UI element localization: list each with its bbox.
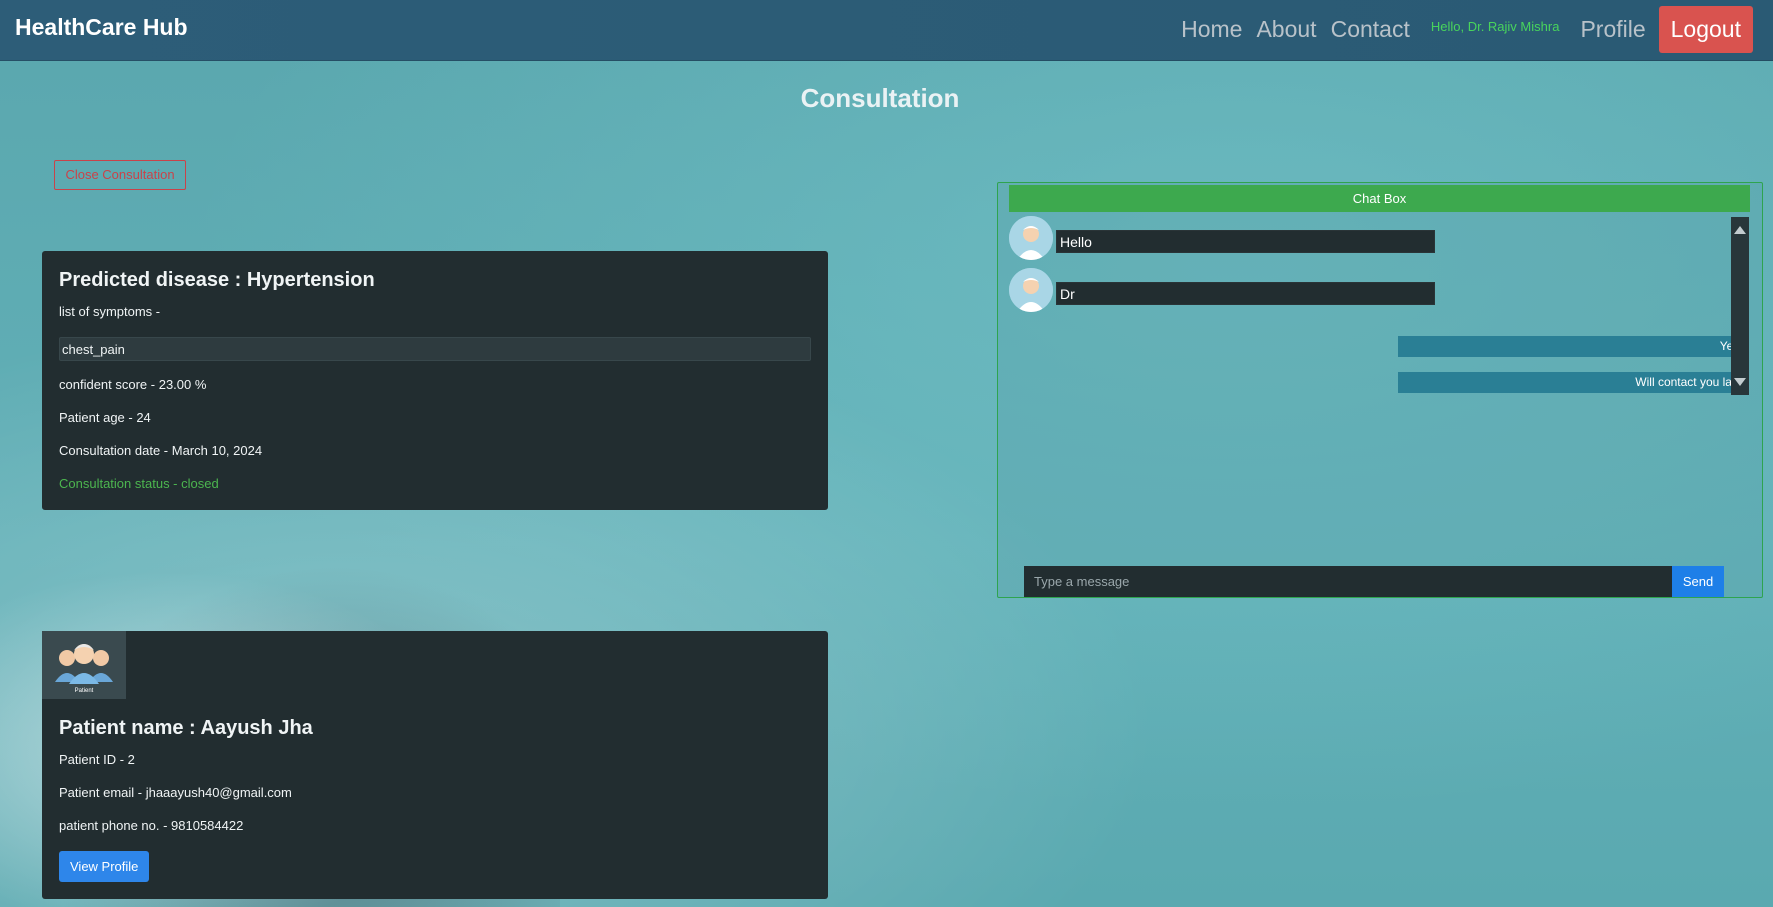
symptoms-label: list of symptoms - xyxy=(59,304,161,319)
consultation-status: Consultation status - closed xyxy=(59,476,219,491)
nav-contact-link[interactable]: Contact xyxy=(1324,16,1417,43)
close-consultation-button[interactable]: Close Consultation xyxy=(54,160,186,190)
chat-message-sent: Will contact you later xyxy=(1398,372,1748,393)
scroll-down-arrow-icon[interactable] xyxy=(1734,378,1746,386)
view-profile-button[interactable]: View Profile xyxy=(59,851,150,882)
doctor-avatar xyxy=(1009,268,1053,312)
chat-message-sent: Yes ! xyxy=(1398,336,1748,357)
brand-logo[interactable]: HealthCare Hub xyxy=(15,14,188,41)
patient-id: Patient ID - 2 xyxy=(59,752,135,767)
predicted-disease-title: Predicted disease : Hypertension xyxy=(59,269,375,291)
chat-box: Chat Box Hello Dr Yes ! Will contact you… xyxy=(997,182,1763,598)
consultation-date: Consultation date - March 10, 2024 xyxy=(59,443,263,458)
patient-name: Patient name : Aayush Jha xyxy=(59,717,313,739)
nav-home-link[interactable]: Home xyxy=(1174,16,1249,43)
disease-card: Predicted disease : Hypertension list of… xyxy=(42,251,828,510)
patient-details: Patient name : Aayush Jha Patient ID - 2… xyxy=(59,717,811,882)
logout-button[interactable]: Logout xyxy=(1658,6,1753,53)
patients-icon: Patient xyxy=(55,644,113,694)
scroll-up-arrow-icon[interactable] xyxy=(1734,226,1746,234)
nav-about-link[interactable]: About xyxy=(1249,16,1323,43)
nav-links: Home About Contact Hello, Dr. Rajiv Mish… xyxy=(1174,6,1753,53)
doctor-icon xyxy=(1009,268,1053,312)
patient-avatar-image: Patient xyxy=(42,631,126,699)
chat-messages[interactable]: Hello Dr Yes ! Will contact you later xyxy=(1009,216,1751,394)
chat-message-received: Dr xyxy=(1056,282,1435,305)
patient-phone: patient phone no. - 9810584422 xyxy=(59,818,244,833)
nav-profile-link[interactable]: Profile xyxy=(1573,16,1652,43)
patient-card: Patient Patient name : Aayush Jha Patien… xyxy=(42,631,828,899)
navbar: HealthCare Hub Home About Contact Hello,… xyxy=(0,0,1773,61)
patient-image-caption: Patient xyxy=(75,688,94,694)
doctor-icon xyxy=(1009,216,1053,260)
symptom-item: chest_pain xyxy=(59,337,811,361)
confidence-score: confident score - 23.00 % xyxy=(59,377,207,392)
user-greeting: Hello, Dr. Rajiv Mishra xyxy=(1430,19,1560,34)
patient-email: Patient email - jhaaayush40@gmail.com xyxy=(59,785,292,800)
chat-message-received: Hello xyxy=(1056,230,1435,253)
page-title: Consultation xyxy=(800,83,960,113)
chat-header: Chat Box xyxy=(1009,185,1750,212)
doctor-avatar xyxy=(1009,216,1053,260)
chat-scrollbar[interactable] xyxy=(1731,217,1749,395)
send-button[interactable]: Send xyxy=(1672,566,1724,597)
patient-age: Patient age - 24 xyxy=(59,410,151,425)
chat-message-input[interactable] xyxy=(1024,566,1672,597)
